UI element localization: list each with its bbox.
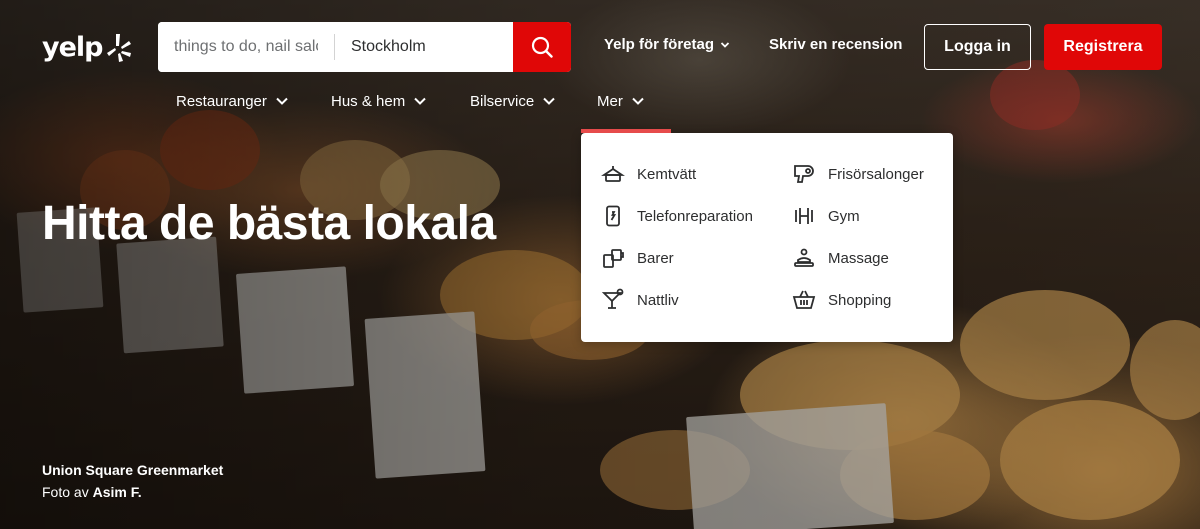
photo-title-link[interactable]: Union Square Greenmarket — [42, 462, 223, 478]
chevron-down-icon — [543, 97, 555, 105]
menu-item-phone-repair[interactable]: Telefonreparation — [601, 202, 753, 230]
chevron-down-icon — [720, 41, 730, 48]
chevron-down-icon — [632, 97, 644, 105]
menu-item-label: Telefonreparation — [637, 207, 753, 225]
menu-item-gym[interactable]: Gym — [792, 202, 860, 230]
hair-dryer-icon — [792, 162, 816, 186]
business-menu-link[interactable]: Yelp för företag — [604, 36, 730, 53]
search-find-input[interactable] — [158, 22, 334, 72]
nightlife-icon — [601, 288, 625, 312]
menu-item-hair-salons[interactable]: Frisörsalonger — [792, 160, 924, 188]
menu-item-label: Nattliv — [637, 291, 679, 309]
menu-item-label: Gym — [828, 207, 860, 225]
hero-headline: Hitta de bästa lokala — [42, 197, 496, 250]
burst-logo-icon — [106, 34, 131, 62]
chevron-down-icon — [276, 97, 288, 105]
shopping-icon — [792, 288, 816, 312]
business-link-label: Yelp för företag — [604, 36, 715, 53]
menu-item-massage[interactable]: Massage — [792, 244, 889, 272]
category-label: Hus & hem — [331, 92, 406, 110]
menu-item-shopping[interactable]: Shopping — [792, 286, 891, 314]
yelp-logo[interactable]: yelp — [42, 30, 131, 64]
bars-icon — [601, 246, 625, 270]
category-more[interactable]: Mer — [597, 88, 645, 114]
menu-item-label: Kemtvätt — [637, 165, 697, 183]
photo-credit: Foto av Asim F. — [42, 484, 142, 500]
menu-item-dry-cleaning[interactable]: Kemtvätt — [601, 160, 696, 188]
write-review-link[interactable]: Skriv en recension — [769, 36, 902, 53]
photo-credit-prefix: Foto av — [42, 484, 89, 500]
category-label: Mer — [597, 92, 623, 110]
menu-item-bars[interactable]: Barer — [601, 244, 674, 272]
photo-author-link[interactable]: Asim F. — [93, 484, 142, 500]
menu-item-label: Barer — [637, 249, 674, 267]
menu-item-label: Frisörsalonger — [828, 165, 924, 183]
massage-icon — [792, 246, 816, 270]
search-location-input[interactable] — [335, 22, 513, 72]
gym-icon — [792, 204, 816, 228]
search-button[interactable] — [513, 22, 571, 72]
dry-cleaning-icon — [601, 162, 625, 186]
more-dropdown-menu: Kemtvätt Telefonreparation Barer Nattliv… — [581, 129, 953, 342]
chevron-down-icon — [414, 97, 426, 105]
category-home-services[interactable]: Hus & hem — [331, 88, 427, 114]
dropdown-active-indicator — [581, 129, 671, 133]
search-icon — [531, 36, 553, 58]
login-button[interactable]: Logga in — [924, 24, 1031, 70]
logo-text: yelp — [42, 31, 103, 63]
category-auto-services[interactable]: Bilservice — [470, 88, 556, 114]
menu-item-label: Shopping — [828, 291, 892, 309]
menu-item-label: Massage — [828, 249, 889, 267]
write-review-label: Skriv en recension — [769, 36, 903, 53]
signup-button[interactable]: Registrera — [1044, 24, 1162, 70]
search-bar — [158, 22, 571, 72]
category-label: Restauranger — [176, 92, 267, 110]
category-restaurants[interactable]: Restauranger — [176, 88, 289, 114]
phone-repair-icon — [601, 204, 625, 228]
category-label: Bilservice — [470, 92, 535, 110]
menu-item-nightlife[interactable]: Nattliv — [601, 286, 679, 314]
